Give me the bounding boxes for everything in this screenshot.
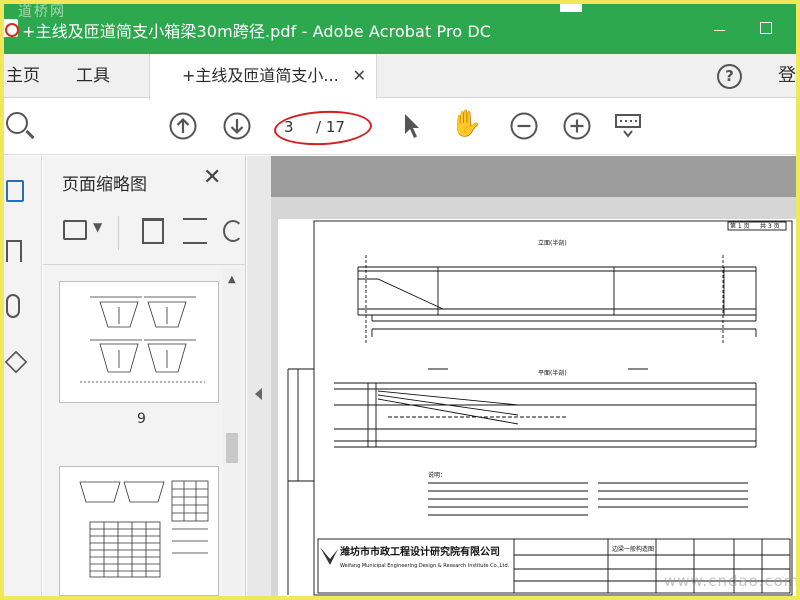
document-view: 第 1 页 共 3 页 立面(半剖) 平面(半剖) 说明： 潍坊市市政工程设计研… (271, 156, 796, 596)
thumbnail-10-drawing (79, 480, 209, 578)
engineering-drawing: 第 1 页 共 3 页 立面(半剖) 平面(半剖) 说明： 潍坊市市政工程设计研… (287, 220, 793, 596)
scroll-up-icon[interactable]: ▲ (228, 274, 236, 285)
title-bar: 道桥网 +主线及匝道简支小箱梁30m跨径.pdf - Adobe Acrobat… (4, 4, 796, 54)
close-icon[interactable]: ✕ (203, 165, 221, 190)
sign-in-link[interactable]: 登 (778, 54, 796, 98)
help-icon[interactable]: ? (717, 64, 742, 89)
acrobat-app-icon (4, 19, 19, 37)
thumbnail-page-number: 9 (137, 411, 146, 427)
attachment-icon[interactable] (6, 294, 20, 318)
thumbnail-options-button[interactable]: ▼ (63, 218, 105, 244)
maximize-button[interactable] (742, 17, 788, 41)
pdf-page: 第 1 页 共 3 页 立面(半剖) 平面(半剖) 说明： 潍坊市市政工程设计研… (278, 219, 796, 596)
tab-document[interactable]: +主线及匝道简支小... ✕ (149, 54, 377, 99)
chevron-down-icon: ▼ (93, 220, 103, 234)
rotate-icon[interactable] (223, 220, 243, 242)
hand-tool-icon[interactable]: ✋ (450, 109, 482, 139)
trash-icon[interactable] (142, 218, 164, 244)
institute-name-en: Weifang Municipal Engineering Design & R… (340, 563, 510, 569)
institute-logo-icon (320, 547, 338, 565)
tab-home[interactable]: 主页 (6, 54, 40, 98)
select-cursor-icon[interactable] (400, 111, 422, 141)
panel-title: 页面缩略图 (62, 175, 147, 195)
scrollbar-thumb[interactable] (226, 433, 238, 463)
panel-divider (43, 264, 246, 265)
thumbnail-scrollbar[interactable]: ▲ (223, 268, 241, 596)
thumbnail-9-drawing (80, 296, 205, 383)
minimize-button[interactable] (696, 17, 742, 41)
sheet-page-label: 第 1 页 (730, 222, 750, 230)
elevation-title: 立面(半剖) (538, 239, 567, 247)
page-thumbnails-icon[interactable] (6, 180, 24, 202)
notes-label: 说明： (428, 471, 446, 479)
sheet-total-label: 共 3 页 (760, 222, 780, 230)
panel-collapse-handle[interactable] (247, 156, 271, 596)
close-icon[interactable]: ✕ (353, 54, 366, 98)
toolbar-separator (118, 216, 119, 250)
acrobat-window: 道桥网 +主线及匝道简支小箱梁30m跨径.pdf - Adobe Acrobat… (4, 4, 796, 596)
zoom-in-icon[interactable] (562, 111, 592, 141)
thumbnail-page-10[interactable] (59, 466, 219, 596)
search-icon[interactable] (6, 112, 28, 134)
site-watermark-bottom: www.cndao.com (664, 572, 796, 590)
chevron-left-icon (255, 388, 262, 400)
window-title: +主线及匝道简支小箱梁30m跨径.pdf - Adobe Acrobat Pro… (22, 22, 492, 41)
toolbar: / 17 ✋ (4, 99, 796, 155)
title-bar-strip (560, 4, 582, 12)
next-page-icon[interactable] (222, 111, 252, 141)
bookmark-icon[interactable] (6, 240, 22, 262)
thumbnail-panel: 页面缩略图 ✕ ▼ 9 ▲ (43, 156, 246, 596)
previous-page-icon[interactable] (168, 111, 198, 141)
extract-pages-icon[interactable] (183, 218, 207, 244)
institute-name: 潍坊市市政工程设计研究院有限公司 (340, 545, 500, 558)
drawing-name: 边梁一般构造图 (612, 545, 654, 553)
previous-page-edge (271, 156, 796, 197)
tab-bar: 主页 工具 +主线及匝道简支小... ✕ ? 登 (4, 54, 796, 99)
tab-tools[interactable]: 工具 (76, 54, 110, 98)
fit-page-icon[interactable] (614, 113, 642, 139)
layers-icon[interactable] (4, 350, 28, 374)
tab-document-label: +主线及匝道简支小... (182, 66, 339, 85)
navigation-rail (4, 156, 42, 596)
list-options-icon (63, 220, 87, 240)
plan-title: 平面(半剖) (538, 369, 567, 377)
zoom-out-icon[interactable] (509, 111, 539, 141)
thumbnail-page-9[interactable] (59, 281, 219, 403)
